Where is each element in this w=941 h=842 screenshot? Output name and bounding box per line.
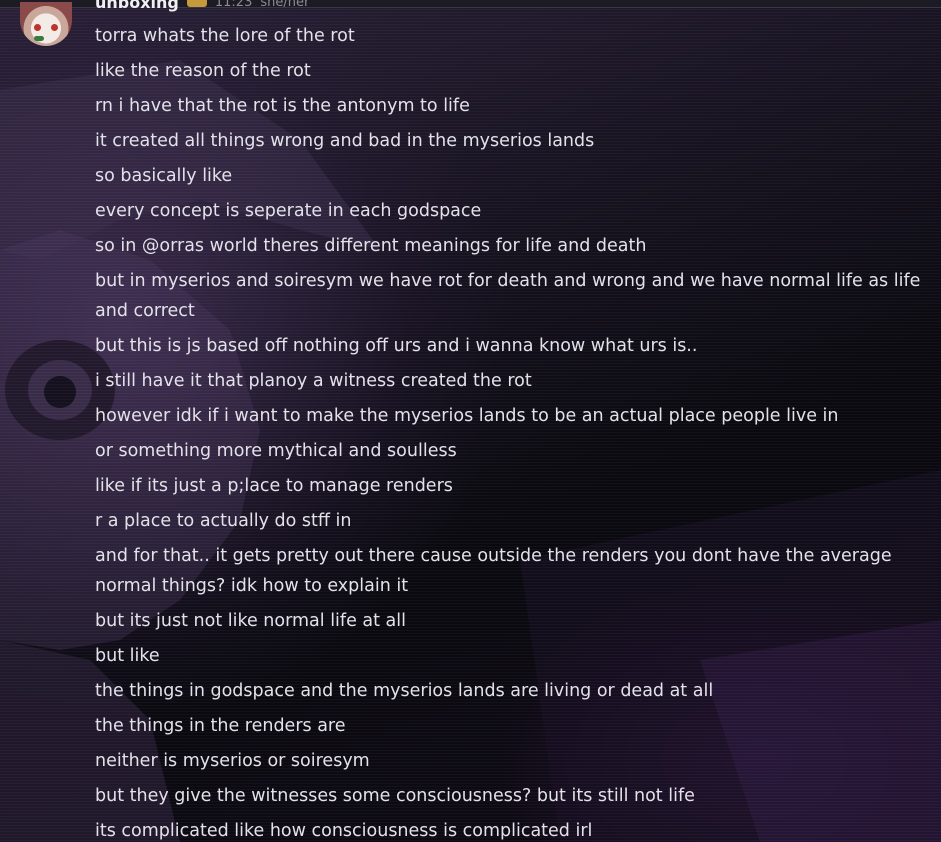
- message-text[interactable]: every concept is seperate in each godspa…: [95, 196, 925, 226]
- username[interactable]: unboxing: [95, 0, 179, 12]
- message-text[interactable]: its complicated like how consciousness i…: [95, 816, 925, 842]
- message-text[interactable]: or something more mythical and soulless: [95, 436, 925, 466]
- message-list: torra whats the lore of the rot like the…: [95, 21, 925, 842]
- message-text[interactable]: but this is js based off nothing off urs…: [95, 331, 925, 361]
- message-text[interactable]: i still have it that planoy a witness cr…: [95, 366, 925, 396]
- message-text[interactable]: so basically like: [95, 161, 925, 191]
- avatar-eye-right: [51, 24, 58, 31]
- message-text[interactable]: like if its just a p;lace to manage rend…: [95, 471, 925, 501]
- message-text[interactable]: and for that.. it gets pretty out there …: [95, 541, 925, 601]
- timestamp[interactable]: 11:23: [215, 0, 252, 10]
- message-text[interactable]: like the reason of the rot: [95, 56, 925, 86]
- message-text[interactable]: however idk if i want to make the myseri…: [95, 401, 925, 431]
- message-text[interactable]: neither is myserios or soiresym: [95, 746, 925, 776]
- message-header: unboxing 11:23 she/her: [95, 0, 309, 12]
- badge-icon: [186, 0, 207, 7]
- avatar[interactable]: [20, 2, 72, 46]
- message-text[interactable]: the things in godspace and the myserios …: [95, 676, 925, 706]
- message-text[interactable]: so in @orras world theres different mean…: [95, 231, 925, 261]
- message-text[interactable]: but in myserios and soiresym we have rot…: [95, 266, 925, 326]
- message-text[interactable]: it created all things wrong and bad in t…: [95, 126, 925, 156]
- message-text[interactable]: rn i have that the rot is the antonym to…: [95, 91, 925, 121]
- message-text[interactable]: but its just not like normal life at all: [95, 606, 925, 636]
- avatar-eye-left: [34, 24, 41, 31]
- pronouns: she/her: [260, 0, 310, 10]
- avatar-leaf: [34, 36, 44, 41]
- message-text[interactable]: torra whats the lore of the rot: [95, 21, 925, 51]
- chat-view: unboxing 11:23 she/her torra whats the l…: [0, 0, 941, 842]
- message-text[interactable]: but like: [95, 641, 925, 671]
- message-text[interactable]: r a place to actually do stff in: [95, 506, 925, 536]
- message-text[interactable]: but they give the witnesses some conscio…: [95, 781, 925, 811]
- message-text[interactable]: the things in the renders are: [95, 711, 925, 741]
